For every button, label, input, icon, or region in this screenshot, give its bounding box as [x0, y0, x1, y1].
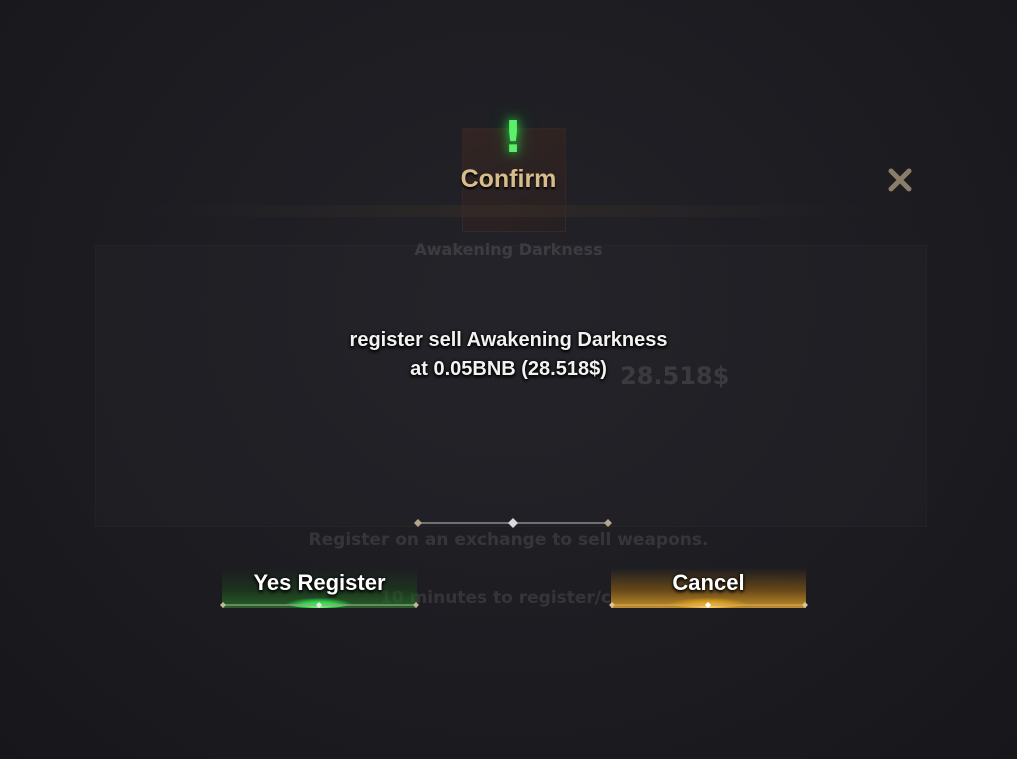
background-register-hint: Register on an exchange to sell weapons.: [308, 530, 709, 550]
cancel-label: Cancel: [672, 570, 745, 595]
message-line-2: at 0.05BNB (28.518$): [410, 358, 607, 380]
yes-register-label: Yes Register: [253, 570, 386, 595]
background-panel: [95, 245, 927, 527]
cancel-button[interactable]: Cancel: [609, 568, 808, 608]
background-item-name: Awakening Darkness: [414, 240, 603, 259]
title-band: [150, 205, 867, 217]
dialog-message: register sell Awakening Darkness at 0.05…: [0, 326, 1017, 384]
yes-button-underline: [220, 602, 419, 608]
close-icon: [888, 168, 912, 192]
yes-register-button[interactable]: Yes Register: [220, 568, 419, 608]
dialog-title: Confirm: [460, 165, 557, 193]
close-button[interactable]: [884, 164, 916, 196]
cancel-button-underline: [609, 602, 808, 608]
screen: Awakening Darkness 28.518$ Register on a…: [0, 0, 1017, 759]
ornament-divider: [414, 518, 612, 528]
exclamation-icon: !: [502, 112, 524, 163]
message-line-1: register sell Awakening Darkness: [349, 329, 668, 351]
